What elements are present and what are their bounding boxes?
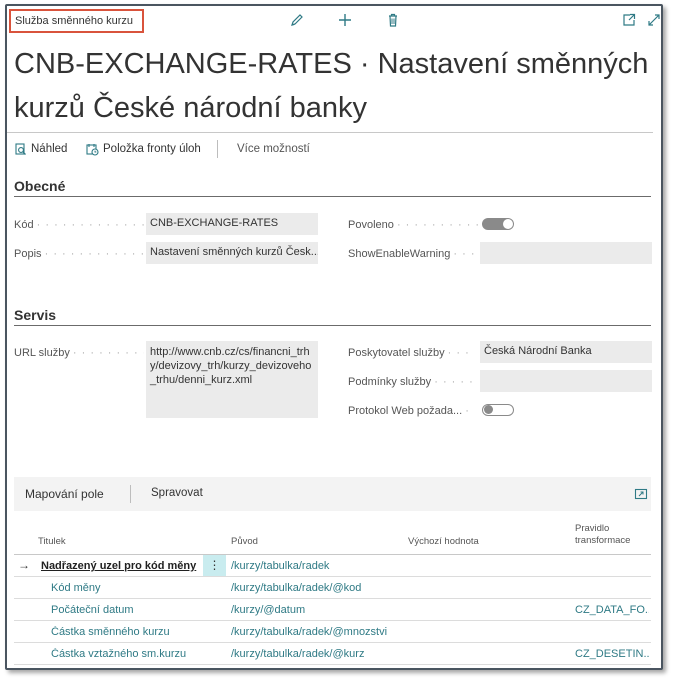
pencil-icon[interactable] bbox=[289, 12, 305, 28]
job-queue-icon bbox=[86, 143, 99, 156]
row-menu-icon[interactable]: ⋮ bbox=[203, 555, 226, 576]
code-label: Kód · · · · · · · · · · · · · · · · · bbox=[14, 219, 144, 231]
row-title[interactable]: Částka vztažného sm.kurzu bbox=[51, 648, 201, 660]
table-row[interactable]: → Nadřazený uzel pro kód měny ⋮ /kurzy/t… bbox=[14, 555, 651, 577]
job-queue-label: Položka fronty úloh bbox=[103, 143, 201, 155]
description-label: Popis · · · · · · · · · · · · · · · · bbox=[14, 248, 144, 260]
web-request-log-toggle[interactable] bbox=[482, 404, 514, 416]
web-request-log-label: Protokol Web požada... · bbox=[348, 405, 470, 417]
service-section-line bbox=[14, 325, 651, 326]
row-title[interactable]: Počáteční datum bbox=[51, 604, 201, 616]
plus-icon[interactable] bbox=[337, 12, 353, 28]
service-provider-field[interactable]: Česká Národní Banka bbox=[480, 341, 652, 363]
column-header-source[interactable]: Původ bbox=[231, 536, 258, 548]
service-url-line: y/devizovy_trh/kurzy_devizoveho bbox=[150, 360, 312, 372]
more-options-action[interactable]: Více možností bbox=[237, 139, 310, 159]
expand-icon[interactable] bbox=[646, 12, 661, 28]
code-field[interactable]: CNB-EXCHANGE-RATES bbox=[146, 213, 318, 235]
row-rule[interactable]: CZ_DESETIN... bbox=[575, 648, 649, 660]
page-card: Služba směnného kurzu CNB-EXCHANGE-RATES… bbox=[5, 4, 663, 670]
open-in-new-icon[interactable] bbox=[634, 487, 648, 501]
tab-manage[interactable]: Spravovat bbox=[151, 487, 203, 499]
show-enable-warning-label: ShowEnableWarning · · · · · bbox=[348, 248, 478, 260]
row-source[interactable]: /kurzy/tabulka/radek bbox=[231, 560, 401, 572]
action-separator bbox=[217, 140, 218, 158]
row-source[interactable]: /kurzy/@datum bbox=[231, 604, 401, 616]
enabled-label: Povoleno · · · · · · · · · · · · · bbox=[348, 219, 478, 231]
header-divider bbox=[7, 132, 653, 133]
service-provider-label: Poskytovatel služby · · · bbox=[348, 347, 470, 359]
row-title[interactable]: Částka směnného kurzu bbox=[51, 626, 201, 638]
arrow-right-icon: → bbox=[18, 558, 30, 572]
row-source[interactable]: /kurzy/tabulka/radek/@mnozstvi bbox=[231, 626, 401, 638]
row-title[interactable]: Nadřazený uzel pro kód měny bbox=[41, 560, 201, 572]
terms-label: Podmínky služby · · · · · · · bbox=[348, 376, 478, 388]
table-row[interactable]: Kód měny /kurzy/tabulka/radek/@kod bbox=[14, 577, 651, 599]
preview-label: Náhled bbox=[31, 143, 68, 155]
column-header-title[interactable]: Titulek bbox=[38, 536, 66, 548]
row-title[interactable]: Kód měny bbox=[51, 582, 201, 594]
page-toolbar bbox=[7, 12, 661, 32]
open-new-window-icon[interactable] bbox=[621, 12, 637, 28]
row-source[interactable]: /kurzy/tabulka/radek/@kurz bbox=[231, 648, 401, 660]
show-enable-warning-field[interactable] bbox=[480, 242, 652, 264]
service-url-field[interactable]: http://www.cnb.cz/cs/financni_trh y/devi… bbox=[146, 341, 318, 418]
service-url-line: _trhu/denni_kurz.xml bbox=[150, 374, 253, 386]
general-section-header[interactable]: Obecné bbox=[14, 178, 65, 194]
tab-separator bbox=[130, 485, 131, 503]
row-source[interactable]: /kurzy/tabulka/radek/@kod bbox=[231, 582, 401, 594]
more-options-label: Více možností bbox=[237, 143, 310, 155]
field-mapping-header: Mapování pole Spravovat bbox=[14, 477, 651, 511]
column-header-default[interactable]: Výchozí hodnota bbox=[408, 536, 479, 548]
service-url-label: URL služby · · · · · · · · · · · bbox=[14, 347, 144, 359]
column-header-rule[interactable]: Pravidlo transformace bbox=[575, 523, 630, 547]
column-header-rule-line: Pravidlo bbox=[575, 523, 610, 534]
table-row[interactable]: Počáteční datum /kurzy/@datum CZ_DATA_FO… bbox=[14, 599, 651, 621]
general-section-line bbox=[14, 196, 651, 197]
table-row[interactable]: Částka směnného kurzu /kurzy/tabulka/rad… bbox=[14, 621, 651, 643]
page-title: CNB-EXCHANGE-RATES · Nastavení směnných … bbox=[14, 48, 649, 124]
tab-field-mapping[interactable]: Mapování pole bbox=[25, 487, 104, 501]
preview-action[interactable]: Náhled bbox=[15, 139, 67, 159]
description-field[interactable]: Nastavení směnných kurzů Česk... bbox=[146, 242, 318, 264]
terms-field[interactable] bbox=[480, 370, 652, 392]
service-url-line: http://www.cnb.cz/cs/financni_trh bbox=[150, 346, 310, 358]
trash-icon[interactable] bbox=[385, 12, 401, 28]
row-rule[interactable]: CZ_DATA_FO... bbox=[575, 604, 649, 616]
column-header-rule-line: transformace bbox=[575, 535, 631, 546]
service-section-header[interactable]: Servis bbox=[14, 307, 56, 323]
enabled-toggle[interactable] bbox=[482, 218, 514, 230]
table-row[interactable]: Částka vztažného sm.kurzu /kurzy/tabulka… bbox=[14, 643, 651, 665]
preview-icon bbox=[15, 142, 26, 155]
job-queue-action[interactable]: Položka fronty úloh bbox=[86, 139, 201, 159]
